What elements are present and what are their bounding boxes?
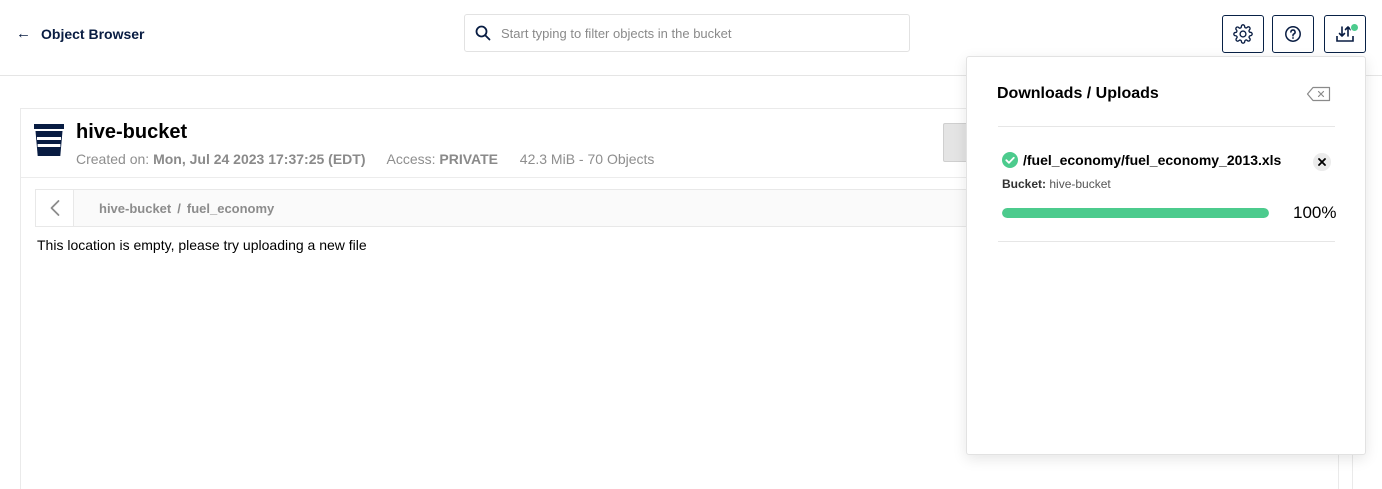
search-box[interactable] [464,14,910,52]
clear-all-icon[interactable] [1306,86,1332,102]
settings-button[interactable] [1222,15,1264,53]
created-label: Created on: [76,151,150,167]
divider [998,241,1335,242]
access-value: PRIVATE [439,151,499,167]
bucket-icon [34,124,64,156]
bucket-meta: Created on: Mon, Jul 24 2023 17:37:25 (E… [76,151,654,167]
activity-indicator-dot [1350,23,1359,32]
breadcrumb-item-folder[interactable]: fuel_economy [187,201,274,216]
chevron-left-icon [50,200,59,216]
search-input[interactable] [501,25,881,41]
empty-state-message: This location is empty, please try uploa… [37,237,367,253]
close-icon [1318,158,1326,166]
progress-fill [1002,208,1269,218]
search-icon [475,25,491,41]
gear-icon [1233,24,1253,44]
divider [998,126,1335,127]
transfer-file-path: /fuel_economy/fuel_economy_2013.xls [1023,152,1282,168]
popover-title: Downloads / Uploads [997,85,1159,102]
check-circle-icon [1002,152,1018,168]
access-label: Access: [386,151,436,167]
breadcrumb-separator: / [177,201,181,216]
bucket-stats: 42.3 MiB - 70 Objects [519,151,655,167]
breadcrumb-item-bucket[interactable]: hive-bucket [99,201,171,216]
back-to-object-browser[interactable]: ← Object Browser [16,24,144,44]
transfer-bucket-label: Bucket: [1002,177,1047,191]
breadcrumb: hive-bucket / fuel_economy [99,201,274,216]
breadcrumb-back-button[interactable] [36,190,74,226]
transfer-bucket: Bucket: hive-bucket [1002,177,1111,191]
downloads-uploads-popover: Downloads / Uploads /fuel_economy/fuel_e… [966,56,1366,455]
back-arrow-icon: ← [16,25,31,42]
remove-transfer-button[interactable] [1313,153,1331,171]
transfer-progress-bar [1002,208,1269,218]
transfer-progress-text: 100% [1293,203,1337,222]
help-icon [1285,26,1301,42]
bucket-name: hive-bucket [76,121,188,143]
back-label: Object Browser [41,26,145,42]
transfer-bucket-value: hive-bucket [1049,177,1111,191]
downloads-uploads-button[interactable] [1324,15,1366,53]
created-value: Mon, Jul 24 2023 17:37:25 (EDT) [153,151,366,167]
help-button[interactable] [1272,15,1314,53]
